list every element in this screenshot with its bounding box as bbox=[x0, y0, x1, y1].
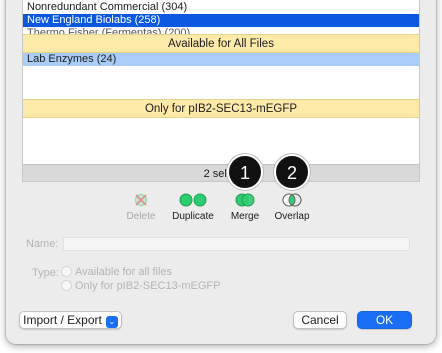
duplicate-label: Duplicate bbox=[172, 211, 214, 222]
two-circles-icon bbox=[163, 192, 223, 208]
type-option-current-file-label: Only for pIB2-SEC13-mEGFP bbox=[75, 280, 221, 292]
section-header-all-files: Available for All Files bbox=[23, 34, 419, 53]
set-actions-toolbar: Delete Duplicate Merge Overlap bbox=[6, 192, 436, 232]
venn-intersection-icon bbox=[262, 192, 322, 208]
callout-badge-1: 1 bbox=[227, 154, 263, 190]
type-label: Type: bbox=[32, 267, 59, 279]
section-header-current-file: Only for pIB2-SEC13-mEGFP bbox=[23, 99, 419, 118]
callout-badge-2: 2 bbox=[274, 154, 310, 190]
selection-status: 2 selec bbox=[23, 164, 419, 181]
cancel-button[interactable]: Cancel bbox=[293, 311, 347, 329]
list-item[interactable]: Lab Enzymes (24) bbox=[23, 53, 419, 66]
list-item[interactable]: Nonredundant Commercial (304) bbox=[23, 1, 419, 14]
type-option-current-file[interactable]: Only for pIB2-SEC13-mEGFP bbox=[61, 280, 221, 292]
enzyme-sets-dialog: Nonredundant Commercial (304) New Englan… bbox=[6, 0, 436, 344]
enzyme-set-list[interactable]: Nonredundant Commercial (304) New Englan… bbox=[22, 0, 420, 182]
delete-label: Delete bbox=[126, 211, 156, 222]
radio-button-icon bbox=[61, 266, 72, 277]
ok-button[interactable]: OK bbox=[357, 311, 412, 329]
chevron-down-icon: ⌄ bbox=[105, 316, 118, 328]
import-export-label: Import / Export bbox=[23, 313, 102, 327]
type-option-all-files-label: Available for all files bbox=[75, 266, 173, 278]
venn-delete-icon bbox=[111, 192, 171, 208]
overlap-label: Overlap bbox=[274, 211, 310, 222]
list-item[interactable]: New England Biolabs (258) bbox=[23, 14, 419, 27]
overlap-button[interactable]: Overlap bbox=[262, 192, 322, 222]
radio-button-icon bbox=[61, 280, 72, 291]
merge-label: Merge bbox=[230, 211, 260, 222]
name-field[interactable] bbox=[63, 237, 410, 251]
duplicate-button[interactable]: Duplicate bbox=[163, 192, 223, 222]
import-export-button[interactable]: Import / Export ⌄ bbox=[19, 311, 122, 329]
type-option-all-files[interactable]: Available for all files bbox=[61, 266, 172, 278]
delete-button[interactable]: Delete bbox=[111, 192, 171, 222]
name-label: Name: bbox=[26, 238, 59, 250]
list-item[interactable]: Thermo Fisher (Fermentas) (200) bbox=[23, 27, 419, 34]
